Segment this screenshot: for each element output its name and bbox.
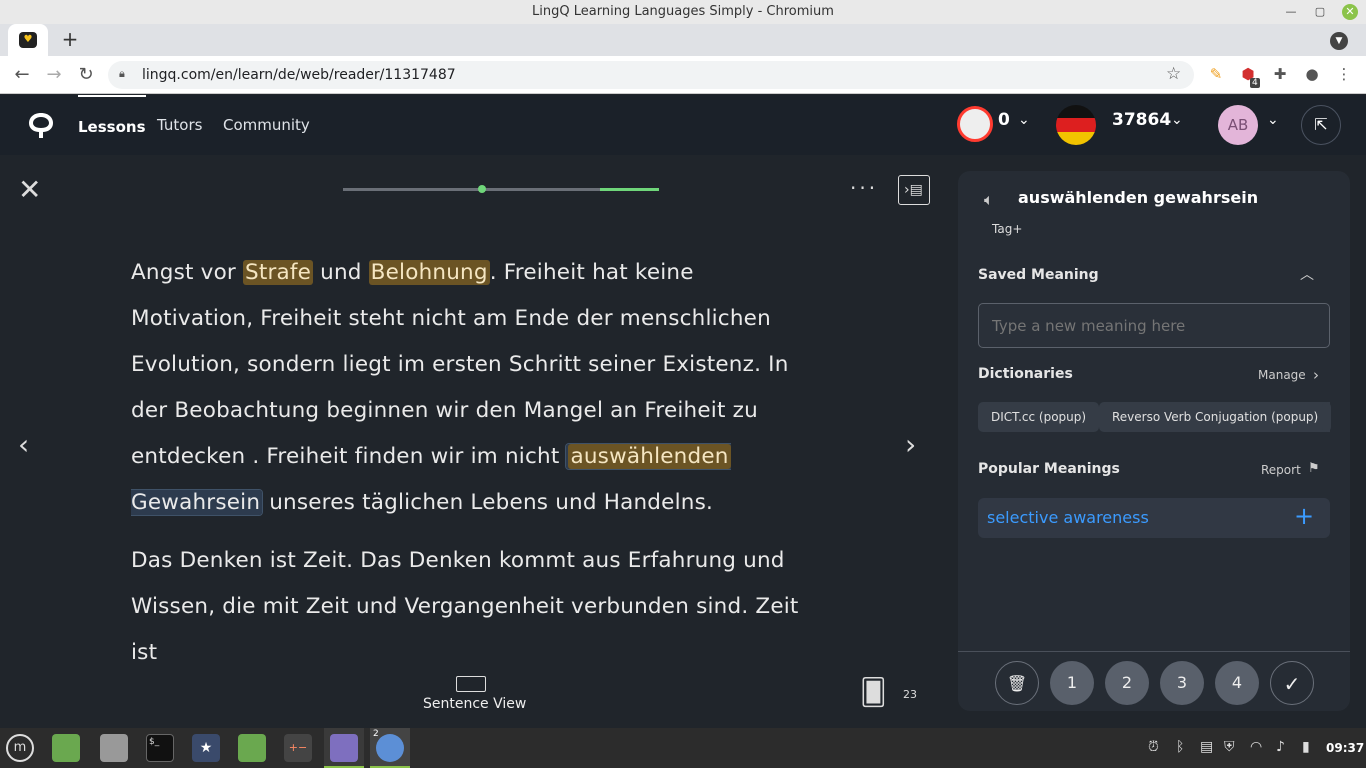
status-1-button[interactable]: 1: [1050, 661, 1094, 705]
mixer-icon[interactable]: [100, 734, 128, 762]
chevron-down-icon[interactable]: ⌄: [1171, 112, 1183, 128]
saved-meaning-title: Saved Meaning: [978, 267, 1099, 283]
progress-position-dot[interactable]: [478, 185, 487, 193]
lingq-logo-icon[interactable]: [26, 110, 56, 140]
minimize-icon[interactable]: —: [1283, 4, 1299, 20]
status-4-button[interactable]: 4: [1215, 661, 1259, 705]
meaning-input[interactable]: [978, 303, 1330, 348]
coins-count[interactable]: 37864: [1112, 110, 1171, 130]
tag-button[interactable]: Tag+: [992, 222, 1022, 236]
bookmark-star-icon[interactable]: ☆: [1166, 64, 1181, 84]
lingq-word[interactable]: Strafe: [243, 260, 314, 285]
clock[interactable]: 09:37: [1326, 741, 1364, 755]
flag-icon[interactable]: ⚑: [1308, 461, 1320, 476]
paragraph: Angst vor Strafe und Belohnung. Freiheit…: [131, 250, 821, 526]
chromium-icon[interactable]: [376, 734, 404, 762]
chevron-right-icon[interactable]: ›: [1313, 366, 1319, 384]
previous-page-arrow-icon[interactable]: ‹: [18, 428, 29, 461]
word-panel: [958, 171, 1350, 711]
avatar[interactable]: AB: [1218, 105, 1258, 145]
pencil-extension-icon[interactable]: ✎: [1206, 64, 1226, 84]
progress-read-fill: [600, 188, 659, 191]
sentence-view-icon[interactable]: [456, 676, 486, 692]
lingq-word[interactable]: Belohnung: [368, 260, 490, 285]
clipboard-icon[interactable]: ▤: [1200, 739, 1213, 755]
lock-icon[interactable]: 🔒︎: [119, 67, 125, 81]
selected-term: auswählenden gewahrsein: [1018, 188, 1259, 207]
flashcards-count: 23: [903, 688, 917, 701]
speaker-icon[interactable]: 🔈︎: [984, 190, 994, 210]
next-page-arrow-icon[interactable]: ›: [905, 428, 916, 461]
text-run[interactable]: unseres täglichen Lebens und Handelns.: [262, 490, 713, 515]
chevron-down-icon[interactable]: ⌄: [1267, 112, 1279, 128]
url-text[interactable]: lingq.com/en/learn/de/web/reader/1131748…: [142, 61, 456, 89]
chevron-down-icon[interactable]: ⌄: [1018, 112, 1030, 128]
workspace-badge: 2: [373, 729, 379, 739]
chevron-up-icon[interactable]: ︿: [1300, 264, 1314, 284]
window-titlebar: LingQ Learning Languages Simply - Chromi…: [0, 0, 1366, 24]
extensions-puzzle-icon[interactable]: ✚: [1270, 64, 1290, 84]
known-check-icon[interactable]: ✓: [1270, 661, 1314, 705]
battery-icon[interactable]: ▮: [1302, 739, 1310, 755]
tab-search-icon[interactable]: ▼: [1330, 32, 1348, 50]
text-run[interactable]: . Freiheit hat keine Motivation, Freihei…: [131, 260, 789, 469]
text-run[interactable]: und: [313, 260, 369, 285]
tab-bar: [0, 24, 1366, 56]
status-3-button[interactable]: 3: [1160, 661, 1204, 705]
wifi-icon[interactable]: ◠: [1250, 739, 1262, 755]
reload-icon[interactable]: ↻: [74, 63, 98, 87]
german-flag-icon[interactable]: [1056, 105, 1096, 145]
panel-divider: [958, 651, 1350, 652]
bluetooth-icon[interactable]: ᛒ: [1176, 739, 1184, 755]
lesson-text: Angst vor Strafe und Belohnung. Freiheit…: [131, 250, 821, 688]
dictionary-chip-overflow[interactable]: [1322, 402, 1330, 432]
add-meaning-icon[interactable]: +: [1294, 502, 1314, 530]
nav-community[interactable]: Community: [223, 95, 310, 155]
new-tab-button[interactable]: +: [60, 28, 80, 50]
nav-lessons[interactable]: Lessons: [78, 95, 146, 155]
dictionaries-title: Dictionaries: [978, 366, 1073, 382]
manage-dictionaries-link[interactable]: Manage: [1258, 368, 1306, 382]
shield-icon[interactable]: ⛨: [1224, 739, 1235, 755]
nav-tutors[interactable]: Tutors: [157, 95, 202, 155]
back-arrow-icon[interactable]: ←: [10, 63, 34, 87]
dictionary-chip[interactable]: DICT.cc (popup): [978, 402, 1100, 432]
lingq-favicon-icon: ♥: [19, 32, 37, 48]
folder-icon[interactable]: [238, 734, 266, 762]
files-icon[interactable]: [52, 734, 80, 762]
text-editor-icon[interactable]: [330, 734, 358, 762]
close-window-icon[interactable]: ✕: [1342, 4, 1358, 20]
popular-meaning-text[interactable]: selective awareness: [987, 508, 1149, 527]
report-link[interactable]: Report: [1261, 463, 1301, 477]
more-options-icon[interactable]: ···: [850, 176, 878, 200]
paragraph[interactable]: Das Denken ist Zeit. Das Denken kommt au…: [131, 538, 821, 676]
maximize-icon[interactable]: ▢: [1312, 4, 1328, 20]
text-run[interactable]: Angst vor: [131, 260, 243, 285]
browser-menu-icon[interactable]: ⋮: [1334, 64, 1354, 84]
exit-reader-icon[interactable]: ⇱: [1301, 105, 1341, 145]
lingq-word[interactable]: auswählenden: [568, 444, 731, 469]
popular-meanings-title: Popular Meanings: [978, 461, 1120, 477]
delete-icon[interactable]: 🗑︎: [995, 661, 1039, 705]
extension-badge: 4: [1250, 78, 1260, 88]
sidebar-toggle-icon[interactable]: ›▤: [898, 175, 930, 205]
streak-flame-icon[interactable]: [957, 106, 993, 142]
sentence-view-button[interactable]: Sentence View: [423, 696, 526, 712]
terminal-icon[interactable]: $_: [146, 734, 174, 762]
alarm-icon[interactable]: ⏰︎: [1148, 739, 1159, 755]
starred-icon[interactable]: ★: [192, 734, 220, 762]
calculator-icon[interactable]: +−: [284, 734, 312, 762]
dictionary-chip[interactable]: Reverso Verb Conjugation (popup): [1099, 402, 1332, 432]
music-icon[interactable]: ♪: [1276, 739, 1285, 755]
mint-menu-icon[interactable]: m: [6, 734, 34, 762]
selected-word[interactable]: Gewahrsein: [131, 490, 260, 515]
streak-count[interactable]: 0: [998, 110, 1010, 130]
flashcards-icon[interactable]: 🂠: [860, 678, 887, 708]
close-icon[interactable]: ✕: [18, 176, 41, 204]
status-2-button[interactable]: 2: [1105, 661, 1149, 705]
forward-arrow-icon[interactable]: →: [42, 63, 66, 87]
profile-icon[interactable]: ●: [1302, 64, 1322, 84]
window-title: LingQ Learning Languages Simply - Chromi…: [532, 4, 834, 19]
